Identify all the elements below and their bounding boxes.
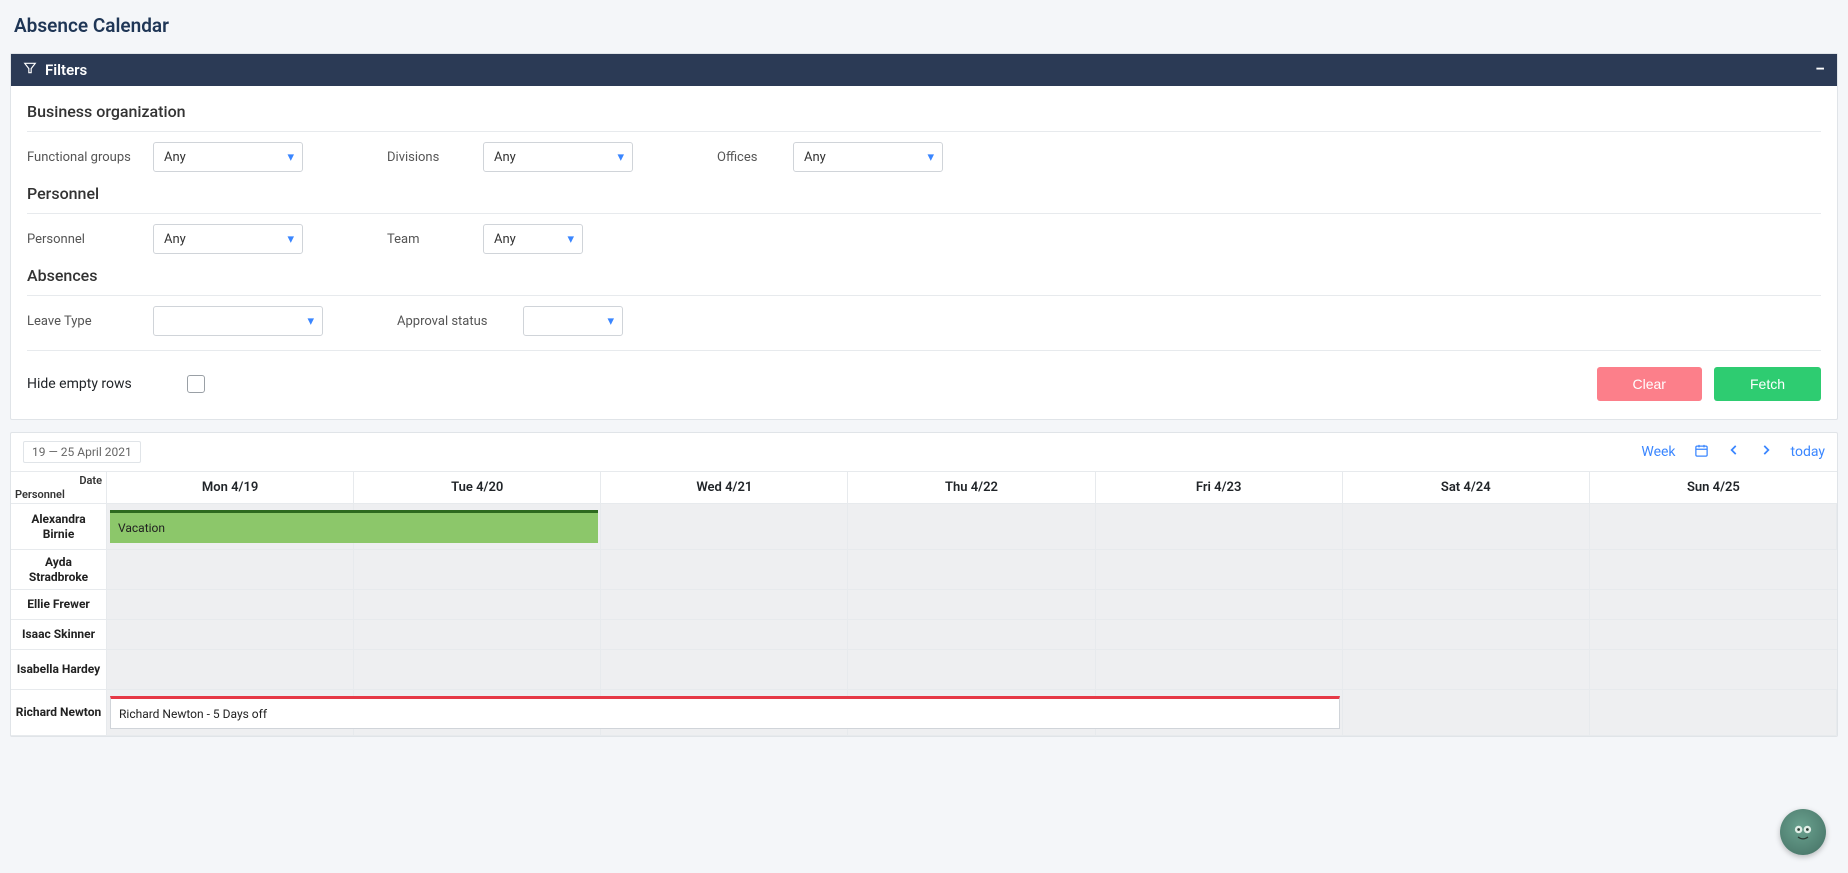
- team-label: Team: [387, 232, 467, 247]
- calendar-cell[interactable]: [354, 590, 601, 619]
- chevron-down-icon: ▾: [287, 232, 294, 247]
- calendar-cell[interactable]: [848, 650, 1095, 689]
- functional-groups-label: Functional groups: [27, 150, 137, 165]
- section-personnel: Personnel: [27, 184, 1821, 203]
- personnel-label: Personnel: [27, 232, 137, 247]
- filters-panel: Filters − Business organization Function…: [10, 53, 1838, 420]
- calendar-cell[interactable]: [1096, 504, 1343, 549]
- person-cell: Ayda Stradbroke: [11, 550, 106, 590]
- day-header: Sat 4/24: [1343, 472, 1590, 503]
- calendar-cell[interactable]: [601, 650, 848, 689]
- calendar-cell[interactable]: [848, 504, 1095, 549]
- calendar-cell[interactable]: [1590, 690, 1837, 735]
- calendar-cell[interactable]: [848, 550, 1095, 589]
- calendar-cell[interactable]: [848, 620, 1095, 649]
- calendar-cell[interactable]: [848, 590, 1095, 619]
- calendar-cell[interactable]: [1096, 590, 1343, 619]
- calendar-row: [107, 550, 1837, 590]
- chevron-down-icon: ▾: [567, 232, 574, 247]
- calendar-cell[interactable]: [354, 650, 601, 689]
- calendar-cell[interactable]: [354, 620, 601, 649]
- day-header: Mon 4/19: [107, 472, 354, 503]
- corner-cell: Date Personnel: [11, 472, 106, 504]
- calendar-cell[interactable]: [1096, 550, 1343, 589]
- calendar-row: [107, 650, 1837, 690]
- calendar-cell[interactable]: [1343, 620, 1590, 649]
- calendar-cell[interactable]: [601, 504, 848, 549]
- leave-type-select[interactable]: ▾: [153, 306, 323, 336]
- day-header: Sun 4/25: [1590, 472, 1837, 503]
- filter-icon: [23, 61, 37, 79]
- page-title: Absence Calendar: [14, 14, 1838, 37]
- calendar-cell[interactable]: [1343, 504, 1590, 549]
- offices-select[interactable]: Any ▾: [793, 142, 943, 172]
- chevron-down-icon: ▾: [607, 314, 614, 329]
- functional-groups-select[interactable]: Any ▾: [153, 142, 303, 172]
- section-business-org: Business organization: [27, 102, 1821, 121]
- person-cell: Isaac Skinner: [11, 620, 106, 650]
- day-header: Thu 4/22: [848, 472, 1095, 503]
- event-daysoff[interactable]: Richard Newton - 5 Days off: [110, 696, 1340, 729]
- chevron-down-icon: ▾: [287, 150, 294, 165]
- divisions-select[interactable]: Any ▾: [483, 142, 633, 172]
- calendar-panel: 19 — 25 April 2021 Week today Date Perso…: [10, 432, 1838, 737]
- view-week[interactable]: Week: [1641, 444, 1675, 460]
- collapse-icon[interactable]: −: [1815, 61, 1825, 79]
- calendar-cell[interactable]: [1590, 590, 1837, 619]
- offices-label: Offices: [717, 150, 777, 165]
- person-cell: Alexandra Birnie: [11, 504, 106, 550]
- chevron-down-icon: ▾: [617, 150, 624, 165]
- person-cell: Ellie Frewer: [11, 590, 106, 620]
- calendar-icon[interactable]: [1694, 443, 1709, 462]
- date-range: 19 — 25 April 2021: [23, 441, 141, 463]
- calendar-cell[interactable]: [601, 590, 848, 619]
- calendar-cell[interactable]: [1590, 550, 1837, 589]
- approval-status-select[interactable]: ▾: [523, 306, 623, 336]
- filters-label: Filters: [45, 61, 87, 79]
- person-cell: Richard Newton: [11, 690, 106, 736]
- approval-status-label: Approval status: [397, 314, 507, 329]
- chevron-down-icon: ▾: [307, 314, 314, 329]
- calendar-cell[interactable]: [107, 650, 354, 689]
- calendar-cell[interactable]: [107, 550, 354, 589]
- calendar-cell[interactable]: [1096, 650, 1343, 689]
- prev-icon[interactable]: [1727, 443, 1741, 461]
- team-select[interactable]: Any ▾: [483, 224, 583, 254]
- personnel-select[interactable]: Any ▾: [153, 224, 303, 254]
- day-header: Fri 4/23: [1096, 472, 1343, 503]
- hide-empty-label: Hide empty rows: [27, 376, 132, 392]
- section-absences: Absences: [27, 266, 1821, 285]
- clear-button[interactable]: Clear: [1597, 367, 1702, 401]
- chat-avatar-button[interactable]: [1780, 809, 1826, 855]
- calendar-cell[interactable]: [107, 590, 354, 619]
- today-button[interactable]: today: [1791, 444, 1825, 460]
- calendar-row: [107, 590, 1837, 620]
- day-header: Tue 4/20: [354, 472, 601, 503]
- calendar-row: Vacation: [107, 504, 1837, 550]
- calendar-cell[interactable]: [601, 550, 848, 589]
- event-vacation[interactable]: Vacation: [110, 510, 598, 543]
- day-header: Wed 4/21: [601, 472, 848, 503]
- calendar-cell[interactable]: [354, 550, 601, 589]
- divisions-label: Divisions: [387, 150, 467, 165]
- calendar-cell[interactable]: [1343, 550, 1590, 589]
- calendar-cell[interactable]: [1590, 504, 1837, 549]
- calendar-row: Richard Newton - 5 Days off: [107, 690, 1837, 736]
- calendar-cell[interactable]: [1590, 650, 1837, 689]
- next-icon[interactable]: [1759, 443, 1773, 461]
- calendar-cell[interactable]: [1343, 590, 1590, 619]
- calendar-cell[interactable]: [601, 620, 848, 649]
- calendar-row: [107, 620, 1837, 650]
- calendar-cell[interactable]: [107, 620, 354, 649]
- filters-header[interactable]: Filters −: [11, 54, 1837, 86]
- calendar-cell[interactable]: [1590, 620, 1837, 649]
- calendar-cell[interactable]: [1096, 620, 1343, 649]
- person-cell: Isabella Hardey: [11, 650, 106, 690]
- hide-empty-checkbox[interactable]: [187, 375, 205, 393]
- chevron-down-icon: ▾: [927, 150, 934, 165]
- leave-type-label: Leave Type: [27, 314, 137, 329]
- calendar-cell[interactable]: [1343, 650, 1590, 689]
- fetch-button[interactable]: Fetch: [1714, 367, 1821, 401]
- calendar-cell[interactable]: [1343, 690, 1590, 735]
